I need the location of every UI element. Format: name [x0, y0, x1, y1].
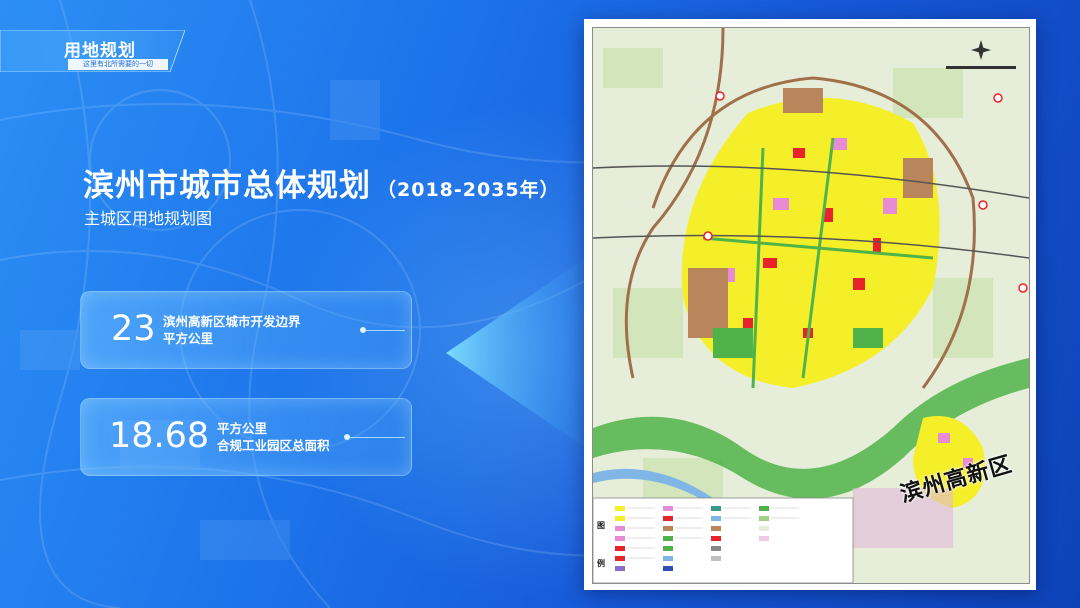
- stat-line-1: 滨州高新区城市开发边界: [163, 314, 301, 329]
- stat-card-industrial-park: 18.68 平方公里 合规工业园区总面积: [80, 398, 412, 476]
- card-divider: [365, 330, 405, 331]
- stat-description: 平方公里 合规工业园区总面积: [217, 420, 330, 454]
- stat-line-2: 平方公里: [163, 331, 214, 346]
- stat-line-2: 合规工业园区总面积: [217, 438, 330, 453]
- stat-value: 23: [111, 309, 156, 349]
- stat-card-development-boundary: 23 滨州高新区城市开发边界 平方公里: [80, 291, 412, 369]
- legend-label-bottom: 例: [597, 559, 605, 568]
- stat-description: 滨州高新区城市开发边界 平方公里: [163, 313, 301, 347]
- stat-value: 18.68: [109, 416, 210, 456]
- legend-label-top: 图: [597, 521, 605, 530]
- pointer-arrow-icon: [446, 258, 586, 448]
- page-title-years: （2018-2035年）: [377, 179, 560, 201]
- page-title: 滨州市城市总体规划 （2018-2035年）: [83, 160, 560, 205]
- page-title-text: 滨州市城市总体规划: [83, 168, 371, 204]
- page-subtitle: 主城区用地规划图: [84, 209, 213, 228]
- map-drawing: [593, 28, 1029, 583]
- map-canvas: 图 例 滨州高新区: [592, 27, 1030, 584]
- section-subtitle: 这里有北所需要的一切: [68, 59, 168, 70]
- stat-line-1: 平方公里: [217, 421, 268, 436]
- section-title: 用地规划: [64, 41, 136, 61]
- card-divider: [349, 437, 405, 438]
- land-use-map: 图 例 滨州高新区: [584, 19, 1036, 590]
